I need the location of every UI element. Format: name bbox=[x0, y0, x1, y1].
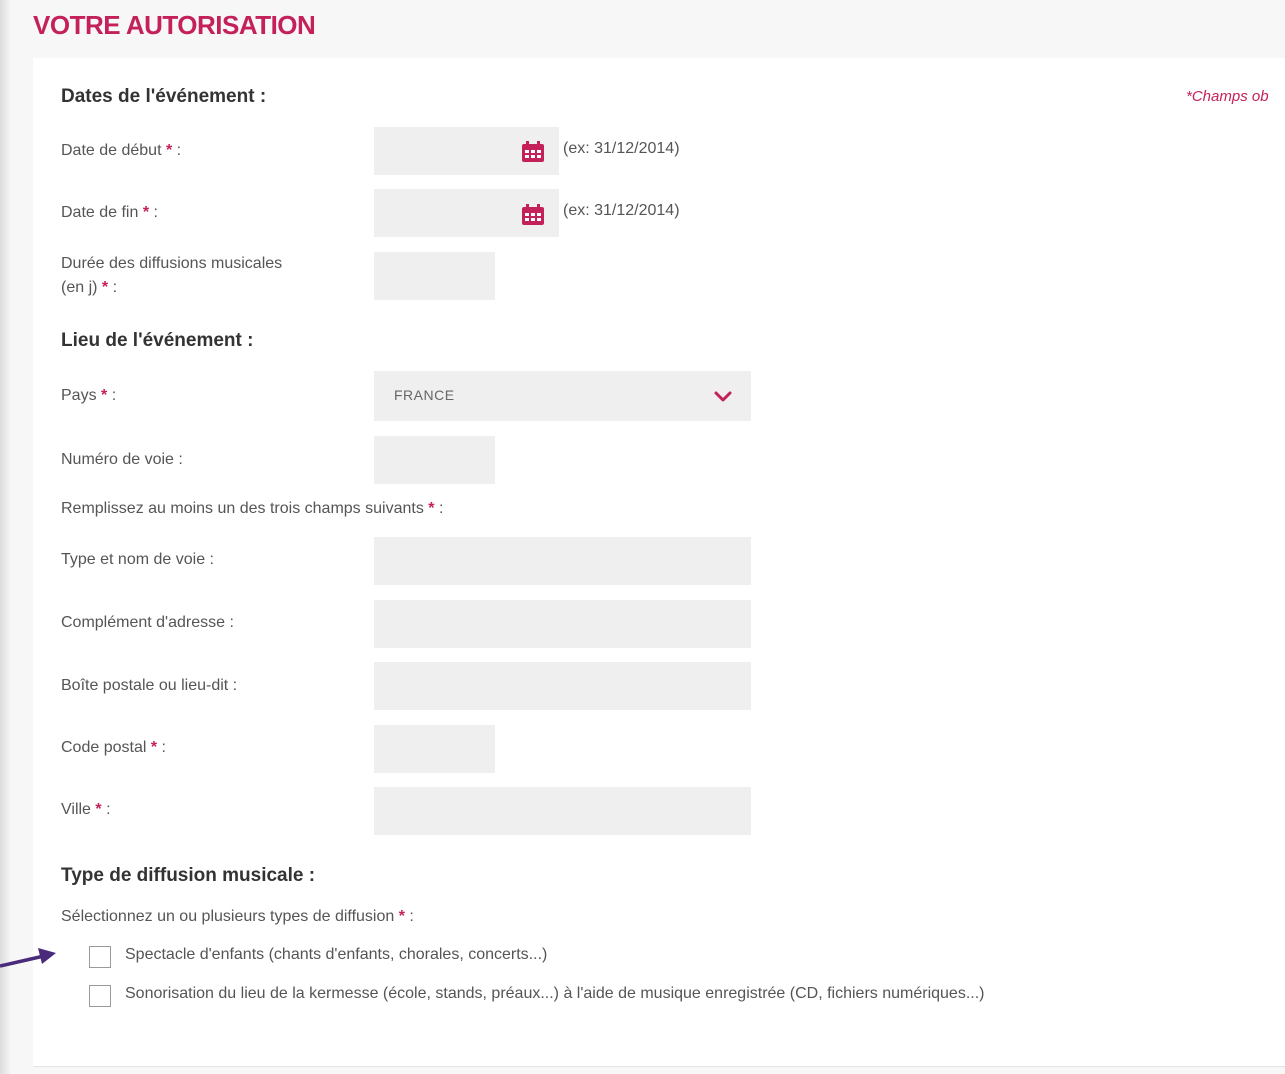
city-input[interactable] bbox=[374, 787, 751, 835]
street-number-label: Numéro de voie : bbox=[61, 451, 183, 468]
country-label: Pays * : bbox=[61, 387, 117, 404]
start-date-hint: (ex: 31/12/2014) bbox=[563, 140, 680, 157]
city-label: Ville * : bbox=[61, 801, 111, 818]
checkbox-label-children-show[interactable]: Spectacle d'enfants (chants d'enfants, c… bbox=[125, 946, 547, 964]
address-complement-input[interactable] bbox=[374, 600, 751, 648]
checkbox-label-kermesse-sound[interactable]: Sonorisation du lieu de la kermesse (éco… bbox=[125, 985, 984, 1003]
checkbox-children-show[interactable] bbox=[89, 946, 111, 968]
street-name-input[interactable] bbox=[374, 537, 751, 585]
calendar-icon[interactable] bbox=[521, 204, 545, 226]
duration-label: Durée des diffusions musicales (en j) * … bbox=[61, 255, 283, 296]
window-edge bbox=[0, 0, 10, 1074]
duration-input[interactable] bbox=[374, 252, 495, 300]
chevron-down-icon bbox=[714, 391, 732, 402]
country-select-value: FRANCE bbox=[394, 387, 455, 403]
section-title-diffusion: Type de diffusion musicale : bbox=[61, 865, 316, 886]
postal-code-label: Code postal * : bbox=[61, 739, 166, 756]
section-title-dates: Dates de l'événement : bbox=[61, 86, 267, 107]
po-box-input[interactable] bbox=[374, 662, 751, 710]
start-date-label: Date de début * : bbox=[61, 142, 182, 159]
page-title: VOTRE AUTORISATION bbox=[33, 10, 316, 40]
street-number-input[interactable] bbox=[374, 436, 495, 484]
diffusion-instruction: Sélectionnez un ou plusieurs types de di… bbox=[61, 908, 414, 925]
arrow-pointer-icon bbox=[0, 948, 56, 968]
required-fields-note: *Champs ob bbox=[1186, 88, 1269, 105]
street-name-label: Type et nom de voie : bbox=[61, 551, 214, 568]
address-complement-label: Complément d'adresse : bbox=[61, 614, 234, 631]
checkbox-kermesse-sound[interactable] bbox=[89, 985, 111, 1007]
calendar-icon[interactable] bbox=[521, 141, 545, 163]
po-box-label: Boîte postale ou lieu-dit : bbox=[61, 677, 238, 694]
fill-one-instruction: Remplissez au moins un des trois champs … bbox=[61, 500, 444, 517]
postal-code-input[interactable] bbox=[374, 725, 495, 773]
end-date-label: Date de fin * : bbox=[61, 204, 158, 221]
end-date-hint: (ex: 31/12/2014) bbox=[563, 202, 680, 219]
section-title-location: Lieu de l'événement : bbox=[61, 330, 254, 351]
